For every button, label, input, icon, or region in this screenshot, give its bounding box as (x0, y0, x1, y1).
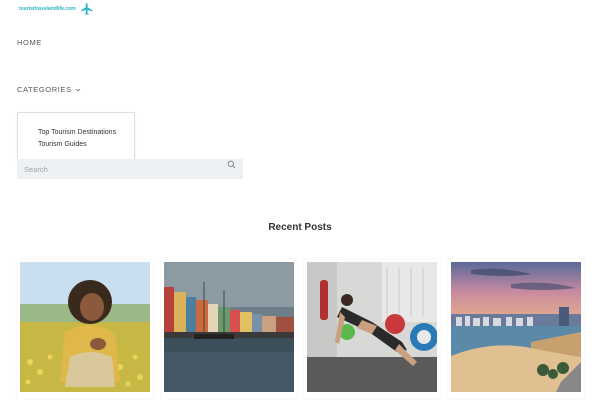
categories-dropdown: Top Tourism Destinations Tourism Guides (17, 112, 135, 163)
woman-in-flower-field-photo[interactable] (20, 262, 150, 392)
dropdown-item-top-tourism[interactable]: Top Tourism Destinations (18, 127, 134, 139)
beach-city-sunset-photo[interactable] (451, 262, 581, 392)
nav-home-link[interactable]: HOME (17, 38, 42, 47)
woman-doing-pushups-gym-photo[interactable] (307, 262, 437, 392)
recent-posts-heading: Recent Posts (268, 222, 332, 233)
search-bar (17, 159, 243, 179)
colorful-harbor-houses-photo[interactable] (164, 262, 294, 392)
chevron-down-icon (75, 88, 80, 91)
recent-post-card[interactable] (304, 259, 440, 399)
airplane-icon (80, 3, 92, 15)
search-icon[interactable] (227, 160, 236, 169)
search-input[interactable] (24, 164, 227, 174)
dropdown-item-tourism-guides[interactable]: Tourism Guides (18, 139, 134, 151)
logo-text: touristtravelandlife.com (19, 6, 76, 12)
recent-post-card[interactable] (161, 259, 297, 399)
nav-categories-label: CATEGORIES (17, 85, 72, 94)
nav-categories-menu[interactable]: CATEGORIES (17, 85, 81, 94)
recent-post-card[interactable] (448, 259, 584, 399)
recent-post-card[interactable] (17, 259, 153, 399)
site-logo[interactable]: touristtravelandlife.com (19, 2, 94, 16)
